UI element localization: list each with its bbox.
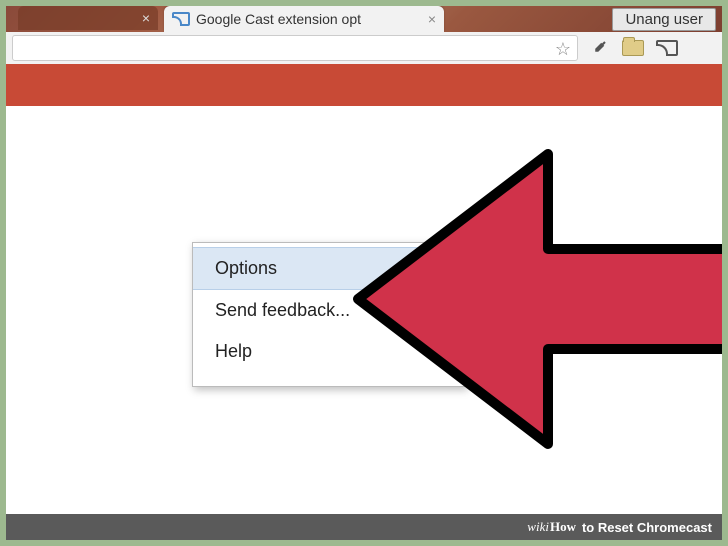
active-tab[interactable]: Google Cast extension opt × xyxy=(164,6,444,32)
page-header-band xyxy=(6,64,722,106)
tab-strip: × Google Cast extension opt × Unang user xyxy=(6,6,722,32)
menu-item-help[interactable]: Help xyxy=(193,331,465,372)
menu-icon[interactable] xyxy=(688,37,714,59)
address-bar[interactable]: ☆ xyxy=(12,35,578,61)
toolbar-row: ☆ xyxy=(6,32,722,64)
folder-icon[interactable] xyxy=(620,37,646,59)
toolbar-icons xyxy=(582,37,722,59)
bookmark-star-icon[interactable]: ☆ xyxy=(555,39,571,60)
attribution-footer: wikiHow to Reset Chromecast xyxy=(6,514,722,540)
browser-chrome: × Google Cast extension opt × Unang user… xyxy=(6,6,722,64)
tab-title: Google Cast extension opt xyxy=(196,11,361,27)
brand-logo: wikiHow xyxy=(527,519,576,535)
menu-item-options[interactable]: Options xyxy=(193,247,465,290)
inactive-tab[interactable]: × xyxy=(18,6,158,30)
user-profile-button[interactable]: Unang user xyxy=(612,8,716,31)
cast-favicon-icon xyxy=(172,12,190,26)
menu-item-send-feedback[interactable]: Send feedback... xyxy=(193,290,465,331)
cast-extension-icon[interactable] xyxy=(654,37,680,59)
image-frame: × Google Cast extension opt × Unang user… xyxy=(0,0,728,546)
close-icon[interactable]: × xyxy=(142,10,150,26)
menu-item-label: Options xyxy=(215,258,277,278)
screenshot-area: × Google Cast extension opt × Unang user… xyxy=(6,6,722,540)
extension-dropdown-menu: Options Send feedback... Help xyxy=(192,242,466,387)
menu-item-label: Help xyxy=(215,341,252,361)
eyedropper-icon[interactable] xyxy=(586,37,612,59)
user-label: Unang user xyxy=(625,11,703,28)
menu-item-label: Send feedback... xyxy=(215,300,350,320)
close-icon[interactable]: × xyxy=(422,11,436,27)
article-title: to Reset Chromecast xyxy=(582,520,712,535)
